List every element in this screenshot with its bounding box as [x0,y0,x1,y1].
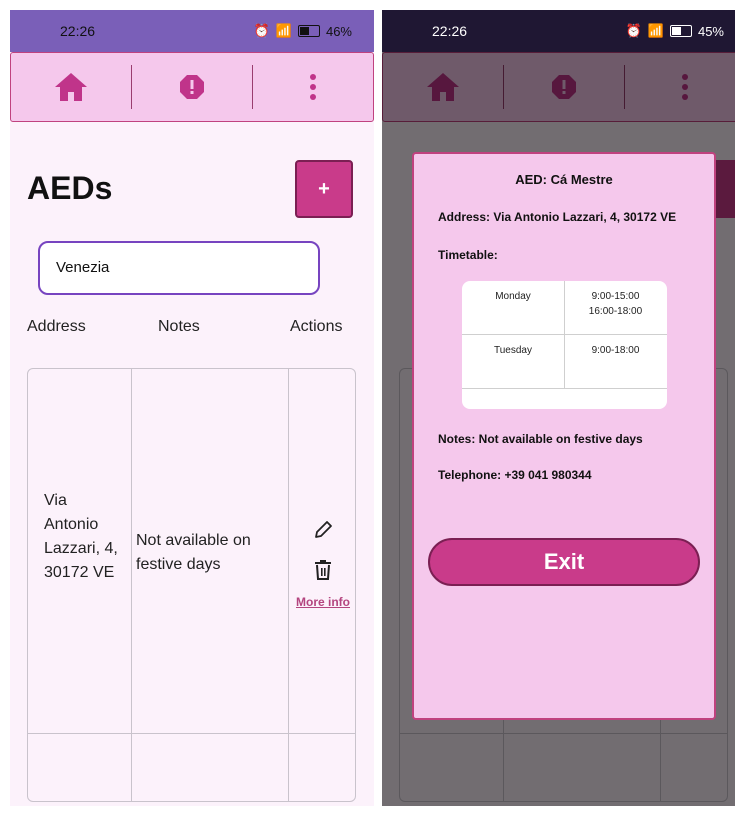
nav-home-button[interactable] [11,53,131,121]
nav-menu-button[interactable] [253,53,373,121]
delete-trash-icon[interactable] [313,559,333,581]
search-input[interactable]: Venezia [38,241,320,295]
timetable-hours-1: 9:00-18:00 [591,345,640,356]
status-icons: ⏰ 📶 46% [254,23,352,39]
timetable-hours-2: 16:00-18:00 [588,306,643,317]
aed-detail-modal: AED: Cá Mestre Address: Via Antonio Lazz… [412,152,716,720]
battery-icon [669,25,692,37]
edit-pencil-icon[interactable] [312,519,334,541]
more-vertical-icon [310,74,316,100]
battery-icon [297,25,320,37]
exit-button[interactable]: Exit [428,538,700,586]
timetable-table: Monday 9:00-15:00 16:00-18:00 Tuesday 9:… [462,281,667,409]
status-time: 22:26 [432,23,468,39]
alarm-icon: ⏰ [625,23,642,38]
timetable-row-divider [462,334,667,335]
page-title: AEDs [27,170,113,206]
timetable-hours: 9:00-15:00 16:00-18:00 [564,289,667,319]
column-divider [131,369,132,801]
alert-icon [180,75,204,99]
status-bar: 22:26 ⏰ 📶 45% [382,10,735,52]
battery-level: 46% [325,23,352,39]
timetable-row-divider [462,388,667,389]
status-time: 22:26 [60,23,96,39]
aed-list-screen: 22:26 ⏰ 📶 46% AEDs + Venezia Address Not… [10,10,374,806]
wifi-icon: 📶 [275,23,292,38]
more-info-link[interactable]: More info [296,595,350,609]
cell-address: Via Antonio Lazzari, 4, 30172 VE [44,492,118,581]
cell-notes: Not available on festive days [136,532,251,573]
status-icons: ⏰ 📶 45% [626,23,724,39]
timetable-hours-1: 9:00-15:00 [591,291,640,302]
nav-alert-button[interactable] [132,53,252,121]
header-notes: Notes [158,318,200,335]
column-divider [288,369,289,801]
add-aed-button[interactable]: + [295,160,353,218]
modal-timetable-label: Timetable: [438,248,498,262]
home-icon [55,73,87,101]
cell-actions: More info [290,519,356,609]
top-nav-bar [10,52,374,122]
modal-telephone: Telephone: +39 041 980344 [438,468,592,482]
wifi-icon: 📶 [647,23,664,38]
modal-title: AED: Cá Mestre [515,172,613,187]
header-actions: Actions [290,318,343,335]
alarm-icon: ⏰ [253,23,270,38]
modal-address: Address: Via Antonio Lazzari, 4, 30172 V… [438,210,677,224]
aed-table: Via Antonio Lazzari, 4, 30172 VE Not ava… [27,368,356,802]
timetable-day: Tuesday [494,345,532,356]
row-divider [28,733,355,734]
battery-level: 45% [697,23,724,39]
aed-detail-screen: 22:26 ⏰ 📶 45% AED: Cá Mestre Address: Vi… [382,10,735,806]
status-bar: 22:26 ⏰ 📶 46% [10,10,374,52]
header-address: Address [27,318,86,335]
modal-notes: Notes: Not available on festive days [438,432,643,446]
timetable-day: Monday [495,291,531,302]
timetable-hours: 9:00-18:00 [564,343,667,358]
